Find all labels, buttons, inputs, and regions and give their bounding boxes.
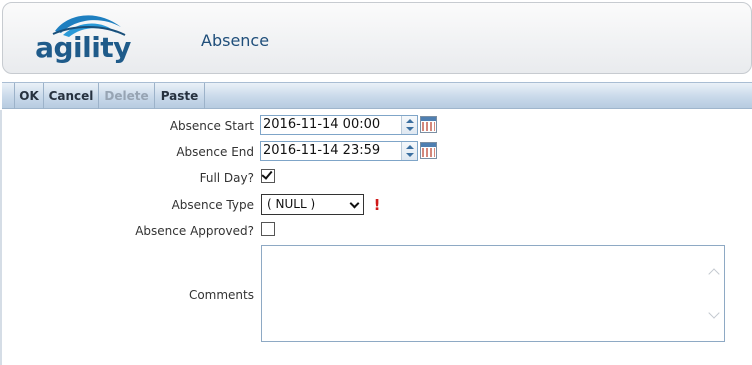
comments-textarea[interactable]: [261, 245, 725, 342]
paste-button[interactable]: Paste: [155, 83, 205, 109]
scroll-down-icon[interactable]: [708, 307, 720, 319]
ok-button[interactable]: OK: [15, 83, 44, 109]
absence-start-input[interactable]: 2016-11-14 00:00: [260, 115, 418, 135]
absence-start-spinner[interactable]: [401, 116, 417, 134]
spin-down-icon[interactable]: [406, 127, 414, 131]
absence-end-value: 2016-11-14 23:59: [263, 143, 381, 158]
absence-type-select[interactable]: ( NULL ): [261, 194, 364, 215]
spin-up-icon[interactable]: [406, 145, 414, 149]
app-header: agility Absence: [2, 2, 752, 74]
absence-start-value: 2016-11-14 00:00: [263, 117, 381, 132]
spin-down-icon[interactable]: [406, 153, 414, 157]
required-icon: !: [373, 196, 381, 214]
check-icon: [261, 168, 273, 180]
calendar-icon[interactable]: [420, 116, 437, 133]
spin-up-icon[interactable]: [406, 119, 414, 123]
cancel-button[interactable]: Cancel: [44, 83, 99, 109]
absence-type-label: Absence Type: [171, 198, 254, 212]
full-day-label: Full Day?: [199, 171, 254, 185]
toolbar: OK Cancel Delete Paste: [2, 82, 752, 109]
agility-logo: agility: [33, 9, 133, 71]
absence-approved-label: Absence Approved?: [135, 224, 254, 238]
logo-text: agility: [35, 31, 131, 64]
left-border: [0, 110, 2, 365]
absence-type-value: ( NULL ): [267, 197, 316, 211]
calendar-icon[interactable]: [420, 142, 437, 159]
absence-end-label: Absence End: [176, 145, 254, 159]
comments-label: Comments: [188, 288, 254, 302]
page-title: Absence: [201, 31, 270, 50]
delete-button[interactable]: Delete: [99, 83, 155, 109]
absence-end-input[interactable]: 2016-11-14 23:59: [260, 141, 418, 161]
absence-approved-checkbox[interactable]: [261, 222, 275, 236]
comments-scrollbar[interactable]: [706, 248, 722, 339]
full-day-checkbox[interactable]: [261, 168, 275, 183]
chevron-down-icon: [349, 198, 360, 209]
absence-start-label: Absence Start: [169, 119, 254, 133]
absence-end-spinner[interactable]: [401, 142, 417, 160]
scroll-up-icon[interactable]: [708, 268, 720, 280]
